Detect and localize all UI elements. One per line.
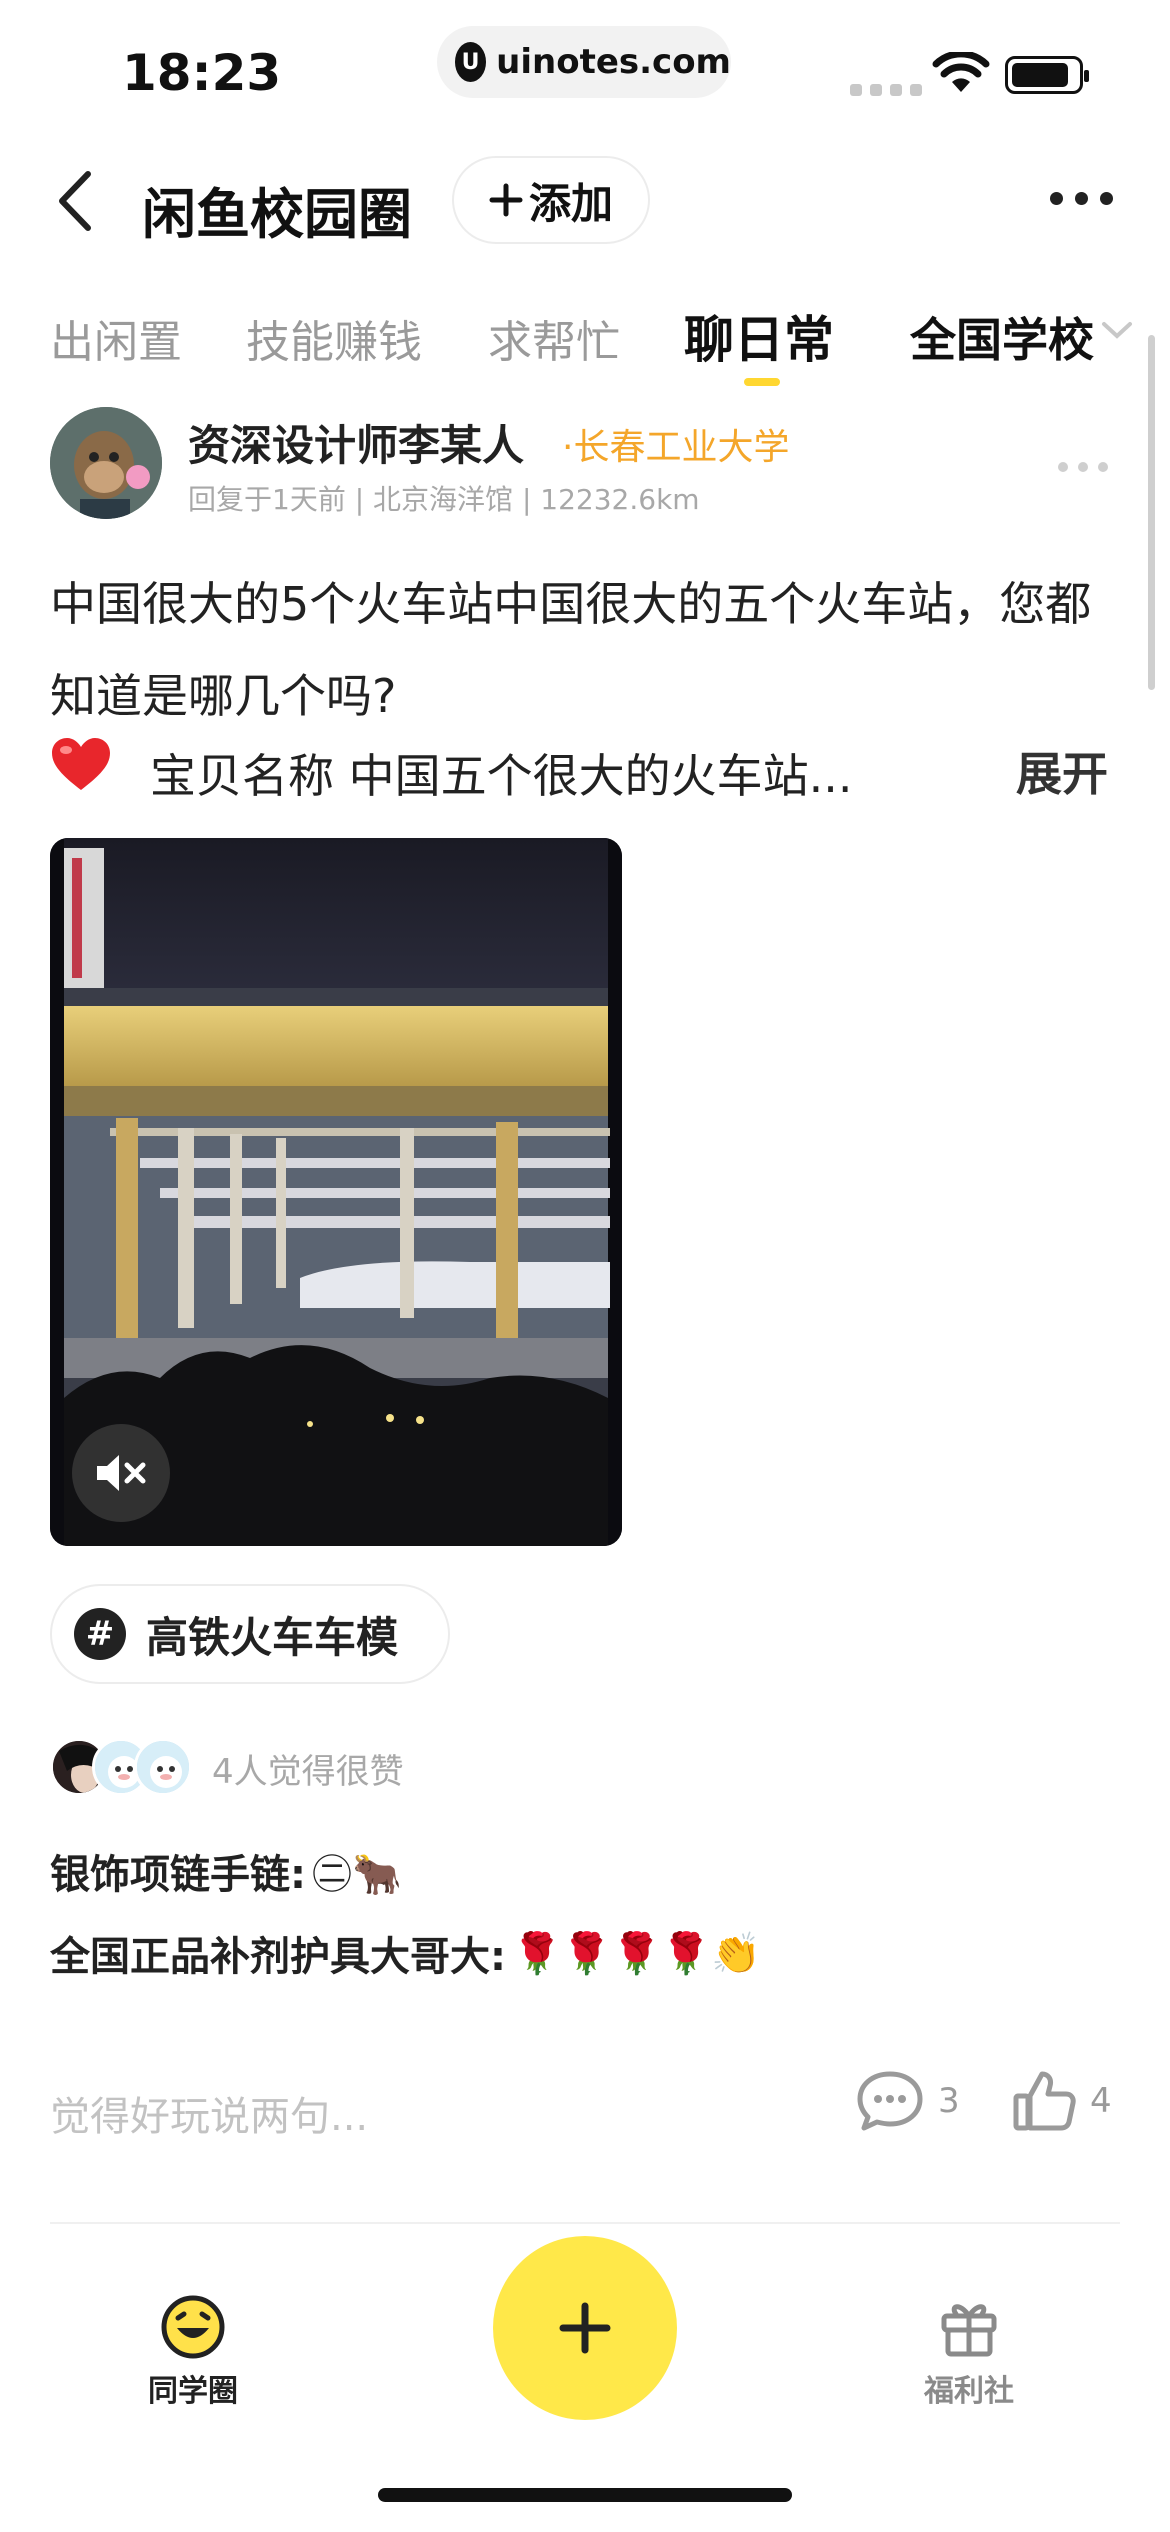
comment-emoji: ㊁🐂 [312,1852,402,1898]
user-avatar[interactable] [50,407,162,519]
topic-chip[interactable]: # 高铁火车车模 [50,1584,450,1684]
comment-author: 全国正品补剂护具大哥大: [50,1934,506,1980]
topic-label: 高铁火车车模 [146,1612,399,1662]
wifi-icon [932,52,990,92]
expand-button[interactable]: 展开 [1016,738,1108,804]
product-name: 宝贝名称 中国五个很大的火车站... [150,749,853,803]
add-button-label: 添加 [528,178,613,228]
divider [50,2222,1120,2224]
thumbs-up-icon [1013,2071,1076,2131]
post-video[interactable] [50,838,622,1546]
back-icon[interactable] [48,168,108,234]
category-tabs: 出闲置 技能赚钱 求帮忙 聊日常 全国学校 [0,300,1170,400]
post-text: 中国很大的5个火车站中国很大的五个火车站，您都知道是哪几个吗? [50,577,1092,723]
likes-text[interactable]: 4人觉得很赞 [212,1744,404,1793]
tab-used-items[interactable]: 出闲置 [50,306,182,370]
hashtag-icon: # [74,1608,126,1660]
header: 闲鱼校园圈 添加 [0,150,1170,250]
active-tab-indicator [744,378,780,386]
like-count: 4 [1090,2081,1112,2121]
ape-avatar-icon [50,407,162,519]
status-bar: 18:23 U uinotes.com [0,0,1170,130]
tab-help[interactable]: 求帮忙 [488,306,620,370]
cellular-signal-icon [850,84,922,96]
comment-line[interactable]: 全国正品补剂护具大哥大: 🌹🌹🌹🌹👏 [50,1924,761,1982]
speaker-muted-icon [97,1455,146,1491]
smiley-icon [161,2295,225,2359]
nav-classmates-label: 同学圈 [148,2374,238,2409]
create-post-button[interactable] [493,2236,677,2420]
chevron-down-icon[interactable] [1100,318,1134,342]
status-time: 18:23 [122,44,282,102]
comment-emoji: 🌹🌹🌹🌹👏 [512,1930,762,1977]
page-title: 闲鱼校园圈 [142,183,412,246]
comment-input[interactable]: 觉得好玩说两句... [50,2084,368,2142]
home-indicator[interactable] [378,2488,792,2502]
comment-count: 3 [938,2081,960,2121]
nav-benefits-label: 福利社 [924,2374,1014,2409]
mute-button[interactable] [72,1424,170,1522]
post-username[interactable]: 资深设计师李某人 [188,412,524,473]
tab-all-schools[interactable]: 全国学校 [910,304,1094,370]
comment-button[interactable]: 3 [856,2070,960,2132]
comment-bubble-icon [857,2071,923,2131]
like-button[interactable]: 4 [1012,2070,1112,2132]
product-line[interactable]: 宝贝名称 中国五个很大的火车站... 展开 [50,730,1130,810]
comment-line[interactable]: 银饰项链手链: ㊁🐂 [50,1842,402,1900]
nav-classmates[interactable]: 同学圈 [148,2294,238,2410]
battery-icon [1005,56,1089,94]
liker-avatars[interactable] [50,1738,200,1800]
post-meta: 回复于1天前 | 北京海洋馆 | 12232.6km [188,483,700,516]
post-more-icon[interactable] [1058,462,1108,472]
nav-benefits[interactable]: 福利社 [924,2294,1014,2410]
url-pill[interactable]: U uinotes.com [437,26,731,98]
site-logo-icon: U [455,42,487,82]
tab-skills[interactable]: 技能赚钱 [246,306,422,370]
plus-icon [559,2302,611,2354]
comment-author: 银饰项链手链: [50,1852,306,1898]
post-school[interactable]: ·长春工业大学 [562,418,789,470]
add-button[interactable]: 添加 [452,156,650,244]
tab-daily-chat[interactable]: 聊日常 [684,300,834,372]
more-menu-icon[interactable] [1050,192,1113,205]
plus-icon [489,183,523,217]
heart-icon [52,738,110,790]
url-text: uinotes.com [496,42,731,82]
gift-icon [941,2304,997,2357]
scrollbar[interactable] [1148,335,1155,690]
liker-avatar [134,1738,192,1796]
